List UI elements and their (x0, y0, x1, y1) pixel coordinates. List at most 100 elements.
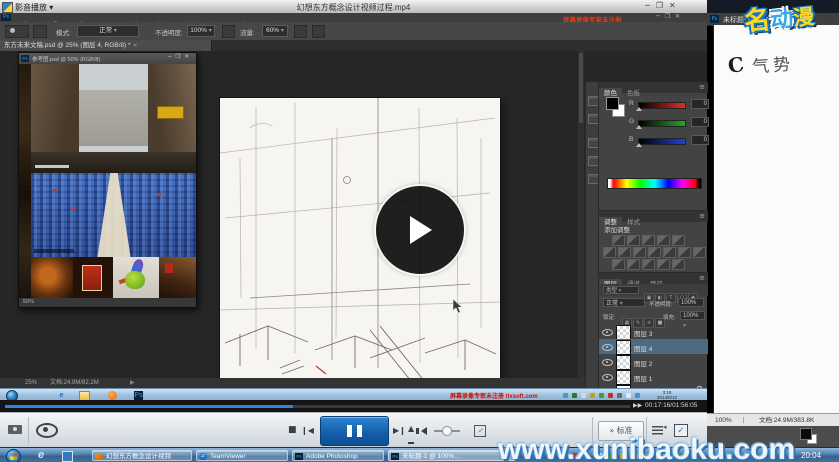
divider (28, 417, 29, 443)
flow-label: 流量: (240, 27, 255, 37)
opacity-label: 不透明度: (155, 27, 183, 37)
taskbar-button-untitled[interactable]: Ps未标题-1 @ 100%… (388, 450, 516, 461)
play-icon (410, 216, 432, 244)
adjustment-icon (633, 247, 646, 258)
player-titlebar[interactable]: 影音播放 ▾ 幻想东方概念设计视频过程.mp4 ─❐✕ (0, 0, 707, 14)
reference-photo-street (31, 64, 196, 173)
adjustment-icon (672, 235, 685, 246)
red-slider-knob (636, 107, 642, 111)
foreground-color-swatch (606, 97, 619, 110)
taskbar-button-video[interactable]: 幻想东方概念设计视频 (92, 450, 192, 461)
teamviewer-icon: ⇄ (199, 453, 207, 461)
next-button[interactable]: ▶❙ (393, 413, 406, 448)
reference-photo-edge (19, 64, 31, 298)
play-button-overlay[interactable] (376, 186, 464, 274)
taskbar-button-teamviewer[interactable]: ⇄TeamViewer (196, 450, 288, 461)
layer-thumbnail (616, 370, 631, 385)
reference-window: Ps 参考图.psd @ 50% (RGB/8) ─❐✕ 50% (18, 52, 197, 308)
tray-icon (581, 393, 586, 398)
snapshot-button[interactable] (8, 425, 22, 434)
seek-bar[interactable] (5, 405, 630, 408)
recorded-doc-size: 文档:24.9M/82.2M (50, 378, 99, 388)
media-icon (95, 453, 103, 461)
recorded-work-area: Ps 参考图.psd @ 50% (RGB/8) ─❐✕ 50% (0, 51, 585, 378)
mouse-cursor (453, 299, 464, 314)
stop-button[interactable]: ■ (288, 413, 297, 448)
lock-label: 锁定: (603, 313, 616, 321)
ie-taskbar-icon[interactable]: e (38, 449, 44, 461)
fullscreen-button[interactable] (474, 425, 486, 437)
volume-knob[interactable] (442, 426, 452, 436)
tray-icon (563, 393, 568, 398)
photoshop-icon: Ps (710, 15, 719, 23)
reference-photo-red-sign (73, 257, 113, 298)
panel-menu-icon: ≡ (699, 274, 705, 282)
layer-thumbnail (616, 325, 631, 340)
site-watermark: www.xunibaoku.com (498, 433, 795, 462)
recorded-status-bar: 25% 文档:24.9M/82.2M ▶ (0, 378, 585, 388)
media-player-icon (108, 391, 117, 400)
tray-icon (608, 393, 613, 398)
minimize-icon: ─ (656, 13, 665, 20)
add-adjustment-label: 添加调整 (604, 224, 630, 234)
fill-label: 填充: (663, 313, 676, 321)
photoshop-icon: Ps (391, 453, 399, 461)
recorded-options-bar: 模式: 正常 ▾ 不透明度: 100% ▾ 流量: 60% ▾ (0, 22, 707, 41)
pinned-app-icon[interactable] (62, 451, 73, 462)
adjustment-icon (627, 259, 640, 270)
adjustment-icon (657, 235, 670, 246)
time-display: 00:17:16/01:56:05 (645, 402, 697, 409)
volume-icon[interactable] (421, 427, 427, 435)
seek-row: ▶▶ 00:17:16/01:56:05 (0, 400, 707, 412)
taskbar-clock[interactable]: 20:04 (801, 451, 821, 460)
host-canvas[interactable]: C 气势 (713, 25, 839, 413)
green-value: 0 (691, 117, 709, 127)
eject-button[interactable]: ▲ (408, 416, 414, 444)
adjustment-icon (642, 259, 655, 270)
airbrush-icon (294, 25, 307, 38)
panel-toggle-icon (33, 25, 47, 38)
adjustment-icon (678, 247, 691, 258)
eye-protect-button[interactable] (36, 423, 58, 438)
pause-icon (347, 425, 352, 437)
fast-forward-icon[interactable]: ▶▶ (633, 402, 642, 409)
close-icon: ✕ (669, 1, 682, 10)
layer-blend-select: 正常 ▾ (603, 298, 645, 307)
pressure-opacity-icon (222, 25, 235, 38)
adjustments-panel: 调整样式 ≡ 添加调整 (599, 210, 708, 273)
pause-button[interactable] (320, 416, 389, 446)
status-arrow-icon: ▶ (130, 378, 135, 388)
windows-flag-icon (10, 453, 17, 460)
tray-icon (590, 393, 595, 398)
taskbar-button-photoshop[interactable]: PsAdobe Photoshop (292, 450, 384, 461)
eye-icon (602, 359, 613, 366)
tray-icon (599, 393, 604, 398)
blue-value: 0 (691, 135, 709, 145)
adjustment-icon (657, 259, 670, 270)
tab-close-icon: × (132, 41, 137, 49)
layer-row: 图层 3 (599, 324, 708, 339)
pressure-size-icon (312, 25, 325, 38)
chevron-down-icon: ▾ (114, 27, 117, 34)
eye-icon (602, 329, 613, 336)
photoshop-taskbar-icon: Ps (134, 391, 143, 400)
sketch-annotation: 气势 (751, 50, 795, 78)
eye-icon (602, 374, 613, 381)
player-window-controls[interactable]: ─❐✕ (645, 1, 682, 10)
tray-icon (626, 393, 631, 398)
reference-zoom-level: 50% (19, 298, 196, 307)
layer-opacity-label: 不透明度: (649, 300, 673, 308)
adjustment-icon (603, 247, 616, 258)
foreground-color-swatch[interactable] (800, 428, 812, 440)
color-spectrum-ramp (607, 178, 702, 189)
reference-photo-blue-city (31, 173, 196, 257)
red-slider (638, 102, 686, 109)
green-slider-knob (636, 125, 642, 129)
sketch-letter: C (726, 52, 745, 78)
recorded-window-controls: ─❐✕ (656, 13, 685, 20)
start-button[interactable] (6, 449, 21, 462)
adjustment-icon (618, 247, 631, 258)
video-surface[interactable]: Ps 文件(F)编辑(E)图像(I)图层(L)文字(Y)选择(S)滤镜(T)视图… (0, 13, 707, 400)
host-status-bar: 100% ❘ 文档:24.9M/383.8K (707, 413, 839, 427)
previous-button[interactable]: ❙◀ (301, 413, 314, 448)
